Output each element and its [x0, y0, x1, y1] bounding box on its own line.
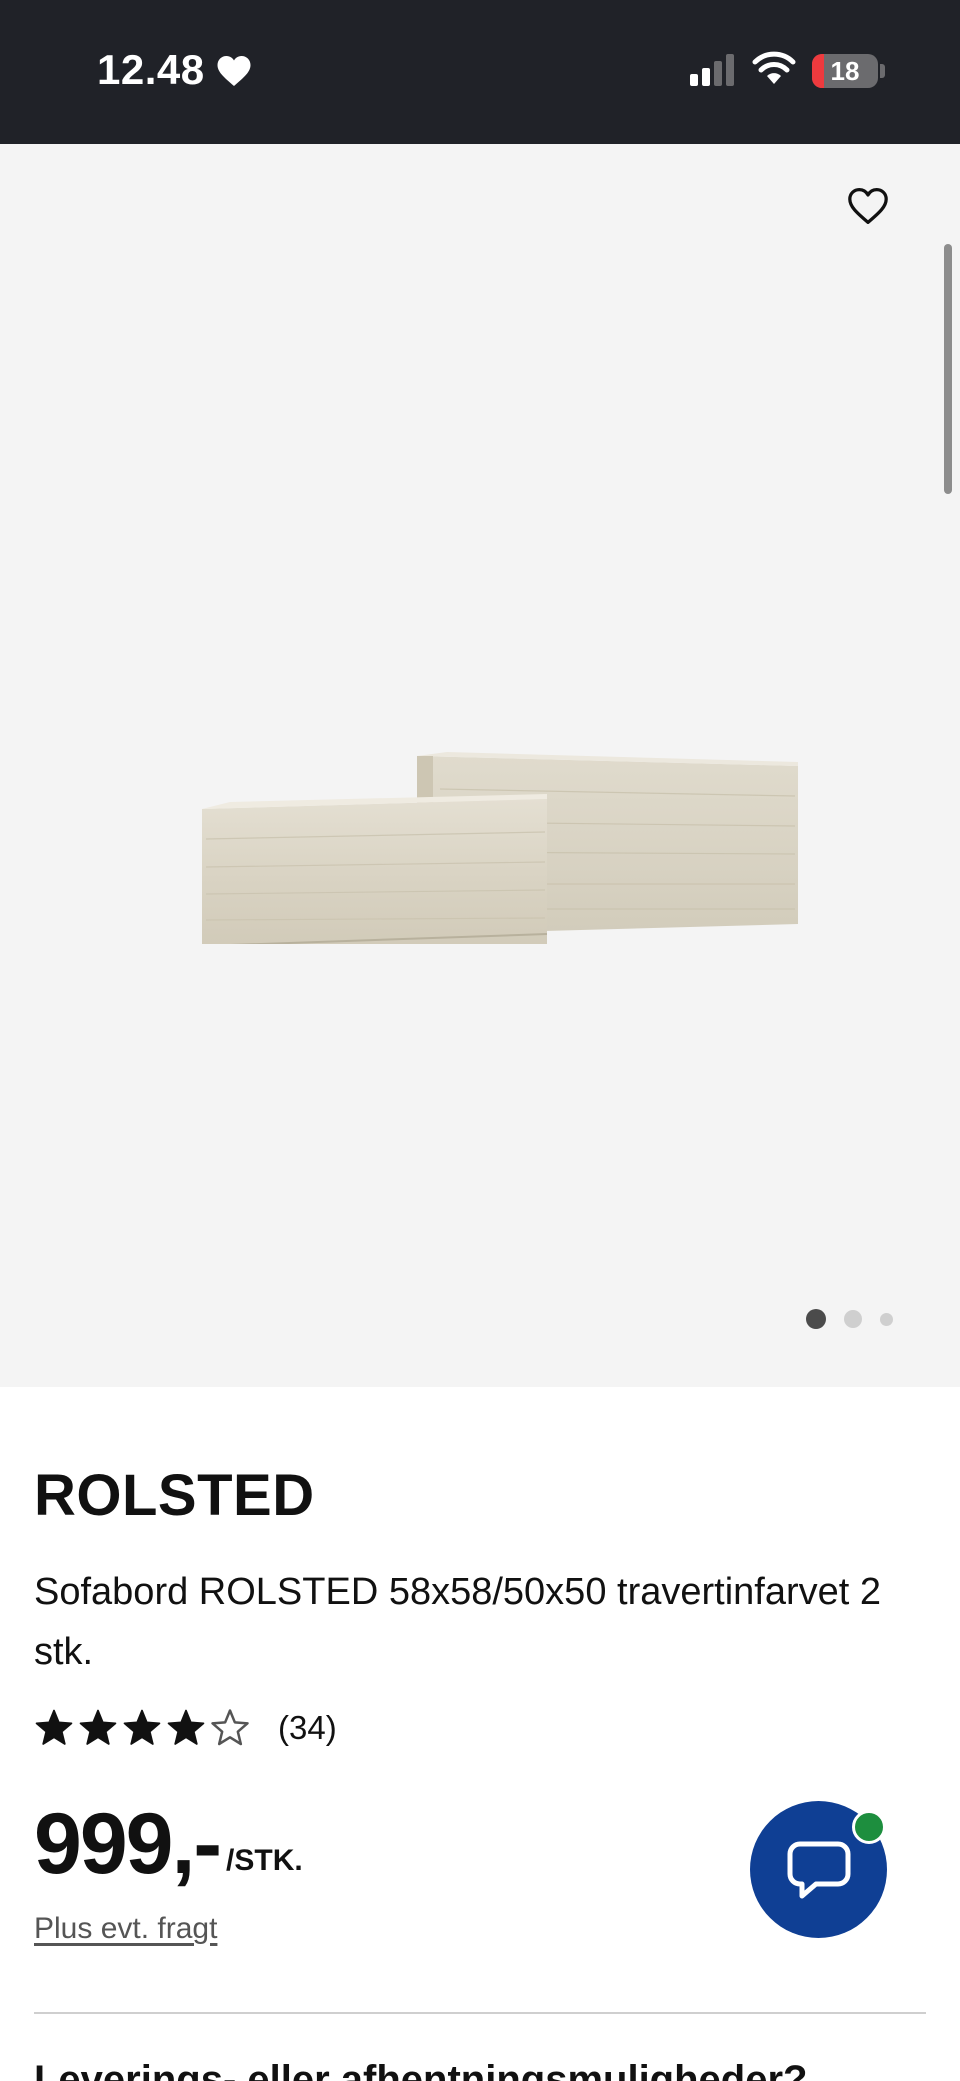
favorite-button[interactable] [840, 178, 896, 234]
heart-icon [217, 56, 251, 86]
section-divider [34, 2012, 926, 2014]
product-image [160, 752, 820, 944]
status-time: 12.48 [97, 46, 205, 93]
cellular-signal-icon [690, 54, 734, 86]
chat-online-indicator [852, 1810, 886, 1844]
product-rating[interactable]: (34) [34, 1703, 337, 1753]
star-filled-icon [123, 1709, 161, 1745]
rating-count[interactable]: (34) [278, 1709, 337, 1747]
image-pagination[interactable] [806, 1306, 893, 1332]
battery-level: 18 [830, 56, 860, 86]
heart-outline-icon [848, 188, 888, 224]
battery-cap [880, 64, 885, 78]
rating-stars [34, 1708, 250, 1748]
page-scrollbar[interactable] [944, 244, 952, 494]
battery-icon: 18 [812, 54, 878, 88]
price-value: 999,- [34, 1796, 222, 1892]
wifi-icon [752, 51, 796, 84]
pagination-dot-1[interactable] [806, 1309, 826, 1329]
price-unit: /STK. [226, 1844, 303, 1877]
star-filled-icon [167, 1709, 205, 1745]
star-empty-icon [211, 1709, 249, 1746]
pagination-dot-2[interactable] [844, 1310, 862, 1328]
chat-bubble-icon [787, 1841, 850, 1898]
product-name: ROLSTED [34, 1463, 315, 1528]
product-description: Sofabord ROLSTED 58x58/50x50 travertinfa… [34, 1571, 882, 1673]
shipping-link[interactable]: Plus evt. fragt [34, 1912, 217, 1946]
product-image-gallery[interactable] [0, 144, 960, 1387]
pagination-dot-3[interactable] [880, 1312, 893, 1326]
star-filled-icon [79, 1709, 117, 1745]
star-filled-icon [35, 1709, 73, 1745]
status-bar: 12.48 18 [0, 0, 960, 144]
delivery-options-heading[interactable]: Leverings- eller afhentningsmuligheder? [34, 2058, 807, 2081]
product-price: 999,- /STK. [34, 1796, 303, 1892]
